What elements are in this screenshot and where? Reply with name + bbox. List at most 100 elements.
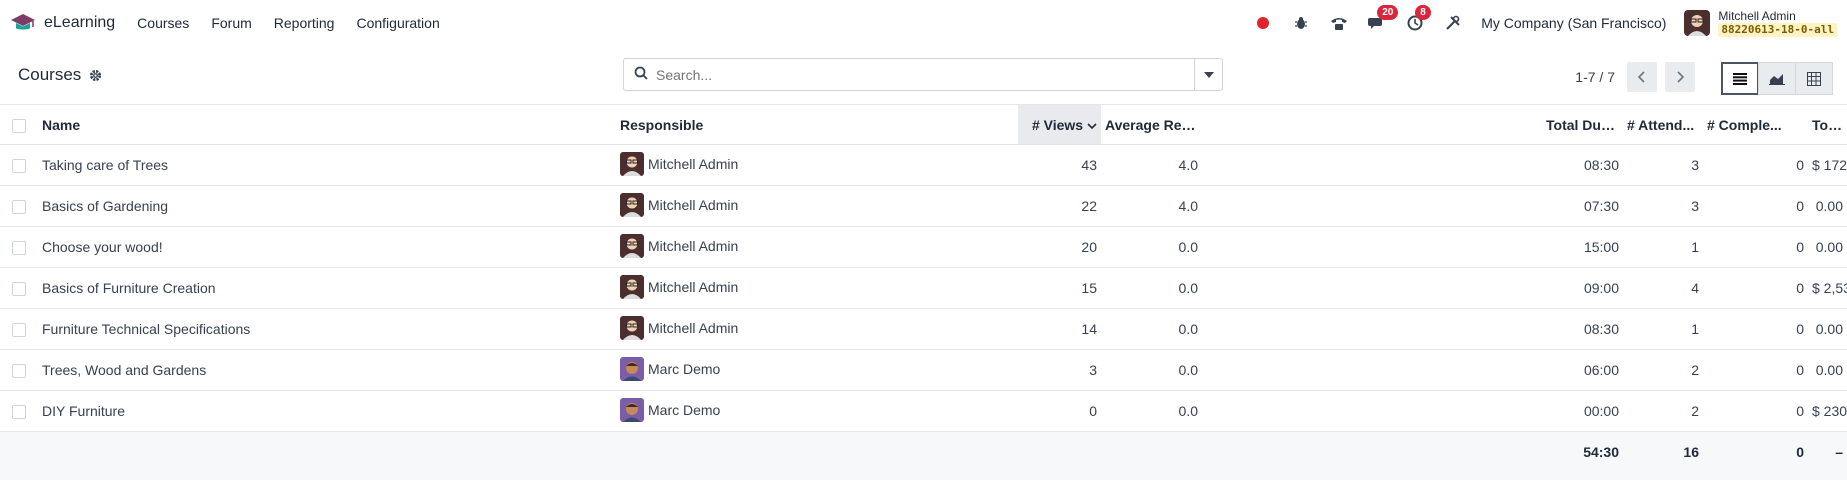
chevron-right-icon [1677,71,1684,83]
table-row[interactable]: DIY Furniture Marc Demo 0 0.0 00:00 2 0 … [0,391,1847,432]
row-checkbox[interactable] [12,159,26,174]
attendees-value: 1 [1691,239,1699,255]
row-checkbox[interactable] [12,364,26,379]
duration-value: 08:30 [1583,157,1619,173]
average-review-value: 0.0 [1178,280,1198,296]
avatar [620,397,644,422]
row-checkbox[interactable] [12,405,26,420]
duration-value: 15:00 [1583,239,1619,255]
phone-icon[interactable] [1329,13,1349,33]
row-checkbox[interactable] [12,323,26,338]
column-attendees[interactable]: # Attend... [1623,105,1703,145]
table-row[interactable]: Trees, Wood and Gardens Marc Demo 3 0.0 … [0,350,1847,391]
app-brand[interactable]: eLearning [10,10,115,36]
clock-icon[interactable]: 8 [1405,5,1431,33]
pager-previous-button[interactable] [1627,62,1657,92]
table-row[interactable]: Choose your wood! Mitchell Admin 20 0.0 … [0,227,1847,268]
row-checkbox[interactable] [12,282,26,297]
avatar [620,274,644,299]
total-revenue: – [1835,443,1843,460]
attendees-value: 3 [1691,157,1699,173]
average-review-value: 0.0 [1178,321,1198,337]
revenue-value: 0.00 [1815,239,1843,255]
column-views[interactable]: # Views [1018,104,1101,145]
column-total-duration[interactable]: Total Duration [1542,105,1623,145]
attendees-value: 2 [1691,403,1699,419]
average-review-value: 0.0 [1178,362,1198,378]
chevron-left-icon [1638,71,1645,83]
responsible-name: Marc Demo [648,360,721,377]
revenue-value: 0.00 [1815,198,1843,214]
course-name: Furniture Technical Specifications [42,321,251,337]
gear-icon[interactable] [89,69,102,82]
views-value: 43 [1081,157,1097,173]
average-review-value: 4.0 [1178,198,1198,214]
database-badge: 88220613-18-0-all [1718,23,1837,37]
record-icon[interactable] [1253,13,1273,33]
caret-down-icon [1203,71,1214,78]
bug-icon[interactable] [1291,13,1311,33]
course-name: Basics of Gardening [42,198,169,214]
views-value: 22 [1081,198,1097,214]
menu-configuration[interactable]: Configuration [356,15,439,31]
table-row[interactable]: Taking care of Trees Mitchell Admin 43 4… [0,145,1847,186]
menu-forum[interactable]: Forum [211,15,251,31]
column-total-revenues[interactable]: Total Revenues [1808,105,1847,145]
top-navbar: eLearning Courses Forum Reporting Config… [0,0,1847,46]
pager-next-button[interactable] [1665,62,1695,92]
avatar [620,192,644,217]
search-options-toggle[interactable] [1194,59,1222,90]
responsible-name: Mitchell Admin [648,237,739,254]
control-panel: Courses 1-7 / 7 [0,46,1847,104]
company-switcher[interactable]: My Company (San Francisco) [1481,15,1666,31]
table-header: Name Responsible # Views Average Revi...… [0,104,1847,145]
column-name[interactable]: Name [38,105,616,145]
attendees-value: 1 [1691,321,1699,337]
views-value: 3 [1089,362,1097,378]
breadcrumb: Courses [18,65,102,85]
completed-value: 0 [1796,198,1804,214]
main-menu: Courses Forum Reporting Configuration [137,15,440,31]
course-name: DIY Furniture [42,403,125,419]
revenue-value: $ 2,530.00 [1812,280,1847,296]
row-checkbox[interactable] [12,241,26,256]
row-checkbox[interactable] [12,200,26,215]
average-review-value: 0.0 [1178,403,1198,419]
search-input[interactable] [656,66,1184,83]
revenue-value: 0.00 [1815,321,1843,337]
select-all-checkbox[interactable] [0,105,38,145]
table-icon [1807,71,1821,86]
chat-icon[interactable]: 20 [1367,5,1399,33]
menu-reporting[interactable]: Reporting [274,15,335,31]
column-average-review[interactable]: Average Revi... [1101,105,1202,145]
systray: 20 8 My Company (San Francisco) Mitchell… [1253,5,1837,37]
responsible-name: Marc Demo [648,401,721,418]
pager-value[interactable]: 1-7 / 7 [1575,69,1615,85]
menu-courses[interactable]: Courses [137,15,189,31]
table-row[interactable]: Basics of Gardening Mitchell Admin 22 4.… [0,186,1847,227]
responsible-name: Mitchell Admin [648,319,739,336]
search-icon [634,66,648,83]
app-name: eLearning [44,14,116,31]
area-chart-icon [1769,74,1785,85]
views-value: 14 [1081,321,1097,337]
total-completed: 0 [1796,443,1804,460]
pivot-view-button[interactable] [1795,62,1833,95]
views-value: 20 [1081,239,1097,255]
views-value: 15 [1081,280,1097,296]
list-footer-space [0,471,1847,480]
graph-view-button[interactable] [1758,62,1796,95]
avatar [620,233,644,258]
list-view-button[interactable] [1721,62,1759,95]
views-value: 0 [1089,403,1097,419]
completed-value: 0 [1796,239,1804,255]
attendees-value: 2 [1691,362,1699,378]
revenue-value: $ 172.50 [1812,157,1847,173]
user-menu[interactable]: Mitchell Admin 88220613-18-0-all [1684,9,1837,37]
column-responsible[interactable]: Responsible [616,105,1018,145]
tools-icon[interactable] [1443,13,1463,33]
messages-badge: 20 [1377,5,1399,20]
column-completed[interactable]: # Comple... [1703,105,1808,145]
table-row[interactable]: Furniture Technical Specifications Mitch… [0,309,1847,350]
table-row[interactable]: Basics of Furniture Creation Mitchell Ad… [0,268,1847,309]
